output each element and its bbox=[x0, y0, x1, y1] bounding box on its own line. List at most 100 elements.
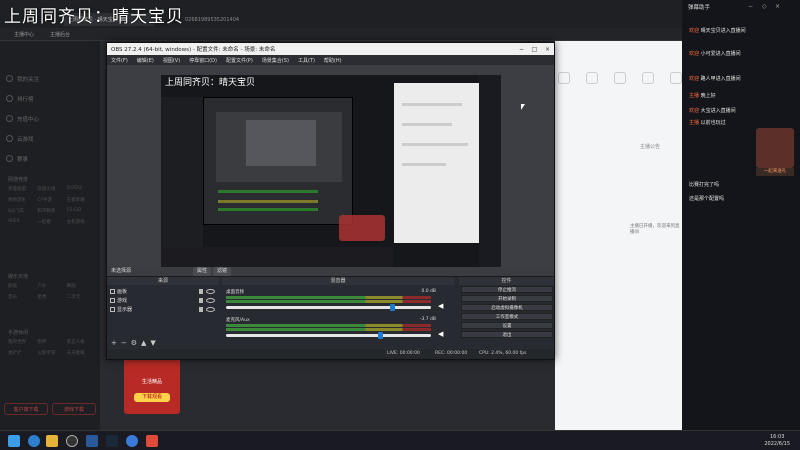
menu-help[interactable]: 帮助(H) bbox=[324, 57, 342, 64]
nav-link[interactable]: 绝地求生 bbox=[8, 197, 37, 203]
nav-link[interactable]: APEX bbox=[8, 219, 37, 225]
nav-link[interactable]: 原神 bbox=[37, 339, 66, 345]
stop-streaming-button[interactable]: 停止推流 bbox=[461, 286, 553, 293]
nav-link[interactable]: 英雄联盟 bbox=[8, 186, 37, 192]
menu-tools[interactable]: 工具(T) bbox=[298, 57, 315, 64]
minimize-icon[interactable]: − bbox=[748, 3, 753, 10]
volume-knob[interactable] bbox=[390, 304, 395, 311]
pin-icon[interactable]: ◇ bbox=[762, 3, 767, 10]
minimize-icon[interactable]: − bbox=[515, 46, 528, 53]
volume-knob[interactable] bbox=[378, 332, 383, 339]
clock-time: 16:03 bbox=[769, 434, 785, 440]
exit-button[interactable]: 退出 bbox=[461, 331, 553, 338]
filters-button[interactable]: 滤镜 bbox=[213, 267, 232, 276]
properties-button[interactable]: 属性 bbox=[193, 267, 212, 276]
close-icon[interactable]: × bbox=[775, 3, 780, 10]
share-icon[interactable] bbox=[642, 72, 654, 84]
gift-icon[interactable] bbox=[558, 72, 570, 84]
nav-link[interactable]: 户外 bbox=[37, 283, 66, 289]
eye-icon[interactable] bbox=[206, 289, 215, 294]
menu-scene-collection[interactable]: 场景集合(S) bbox=[262, 57, 289, 64]
nav-link[interactable]: QQ飞车 bbox=[8, 208, 37, 214]
lock-icon[interactable] bbox=[199, 307, 203, 312]
up-icon[interactable]: ▲ bbox=[141, 339, 150, 347]
taskbar-clock[interactable]: 16:03 2022/6/15 bbox=[764, 434, 790, 448]
menu-view[interactable]: 视图(V) bbox=[163, 57, 180, 64]
close-icon[interactable]: × bbox=[541, 46, 554, 53]
menu-profile[interactable]: 配置文件(P) bbox=[226, 57, 253, 64]
coin-icon bbox=[6, 115, 13, 122]
studio-mode-button[interactable]: 工作室模式 bbox=[461, 313, 553, 320]
speaker-icon[interactable]: ◀ bbox=[438, 330, 448, 338]
source-item[interactable]: 显示器 bbox=[109, 306, 219, 314]
app-icon[interactable] bbox=[146, 435, 158, 447]
promo-banner[interactable]: 生活精品 下载观看 bbox=[124, 356, 180, 414]
eye-icon[interactable] bbox=[206, 298, 215, 303]
nav-link[interactable]: 星秀 bbox=[37, 294, 66, 300]
promo-button[interactable]: 下载观看 bbox=[134, 393, 170, 402]
bookmark-2[interactable]: 主播后台 bbox=[50, 31, 70, 38]
bookmark-1[interactable]: 主播中心 bbox=[14, 31, 34, 38]
steam-icon[interactable] bbox=[106, 435, 118, 447]
nav-link[interactable]: 我的世界 bbox=[8, 339, 37, 345]
remove-icon[interactable]: − bbox=[121, 339, 131, 347]
menu-edit[interactable]: 编辑(E) bbox=[137, 57, 154, 64]
start-recording-button[interactable]: 开始录制 bbox=[461, 295, 553, 302]
obs-icon[interactable] bbox=[66, 435, 78, 447]
monitor-icon bbox=[110, 307, 115, 312]
game-download-button[interactable]: 游戏下载 bbox=[52, 403, 96, 415]
nav-link[interactable]: 音乐 bbox=[8, 294, 37, 300]
nav-link[interactable]: 舞蹈 bbox=[67, 283, 96, 289]
nav-link[interactable]: 二次元 bbox=[67, 294, 96, 300]
nav-link[interactable]: 天天象棋 bbox=[67, 350, 96, 356]
nav-link[interactable]: CS:GO bbox=[67, 208, 96, 214]
nav-item-cloud-game[interactable]: 云游戏 bbox=[6, 133, 96, 144]
nav-link[interactable]: 王者荣耀 bbox=[67, 197, 96, 203]
nav-link[interactable]: CF手游 bbox=[37, 197, 66, 203]
volume-slider[interactable] bbox=[226, 332, 431, 339]
star-icon[interactable] bbox=[586, 72, 598, 84]
nav-link[interactable]: 主机游戏 bbox=[67, 219, 96, 225]
source-item[interactable]: 画板 bbox=[109, 288, 219, 296]
obs-titlebar[interactable]: OBS 27.2.4 (64-bit, windows) - 配置文件: 未命名… bbox=[107, 43, 554, 55]
menu-file[interactable]: 文件(F) bbox=[111, 57, 128, 64]
browser-icon[interactable] bbox=[126, 435, 138, 447]
more-icon[interactable] bbox=[670, 72, 682, 84]
client-download-button[interactable]: 客户端下载 bbox=[4, 403, 48, 415]
box-icon[interactable] bbox=[614, 72, 626, 84]
nav-link[interactable]: 和平精英 bbox=[37, 208, 66, 214]
nav-link[interactable]: 金铲铲 bbox=[8, 350, 37, 356]
app-icon[interactable] bbox=[86, 435, 98, 447]
windows-start-icon[interactable] bbox=[8, 435, 20, 447]
nav-link[interactable]: 第五人格 bbox=[67, 339, 96, 345]
nav-link[interactable]: 火影手游 bbox=[37, 350, 66, 356]
nav-link[interactable]: DOTA2 bbox=[67, 186, 96, 192]
virtual-camera-button[interactable]: 启动虚拟摄像机 bbox=[461, 304, 553, 311]
nav-link[interactable]: 穿越火线 bbox=[37, 186, 66, 192]
nav-item-recharge[interactable]: 充值中心 bbox=[6, 113, 96, 124]
gift-thumbnail[interactable] bbox=[756, 128, 794, 168]
nav-link[interactable]: 颜值 bbox=[8, 283, 37, 289]
stream-watermark: 上周同齐贝：晴天宝贝 bbox=[4, 7, 184, 27]
edge-icon[interactable] bbox=[28, 435, 40, 447]
speaker-icon[interactable]: ◀ bbox=[438, 302, 448, 310]
lock-icon[interactable] bbox=[199, 298, 203, 303]
nav-item-rank[interactable]: 排行榜 bbox=[6, 93, 96, 104]
source-item[interactable]: 游戏 bbox=[109, 297, 219, 305]
eye-icon[interactable] bbox=[206, 307, 215, 312]
nav-link[interactable]: 一起看 bbox=[37, 219, 66, 225]
maximize-icon[interactable]: □ bbox=[528, 46, 541, 53]
nav-grid-games: 英雄联盟 穿越火线 DOTA2 绝地求生 CF手游 王者荣耀 QQ飞车 和平精英… bbox=[8, 186, 96, 225]
announcement-tab[interactable]: 主播公告 bbox=[640, 143, 660, 150]
folder-icon[interactable] bbox=[46, 435, 58, 447]
nav-item-esports[interactable]: 赛事 bbox=[6, 153, 96, 164]
menu-docks[interactable]: 停靠窗口(D) bbox=[189, 57, 217, 64]
volume-slider[interactable] bbox=[226, 304, 431, 311]
gear-icon[interactable]: ⚙ bbox=[131, 339, 141, 347]
down-icon[interactable]: ▼ bbox=[150, 339, 159, 347]
add-icon[interactable]: + bbox=[111, 339, 121, 347]
url-fragment[interactable]: 02681989535201404 bbox=[185, 17, 239, 23]
nav-item-follow[interactable]: 我的关注 bbox=[6, 73, 96, 84]
settings-button[interactable]: 设置 bbox=[461, 322, 553, 329]
lock-icon[interactable] bbox=[199, 289, 203, 294]
